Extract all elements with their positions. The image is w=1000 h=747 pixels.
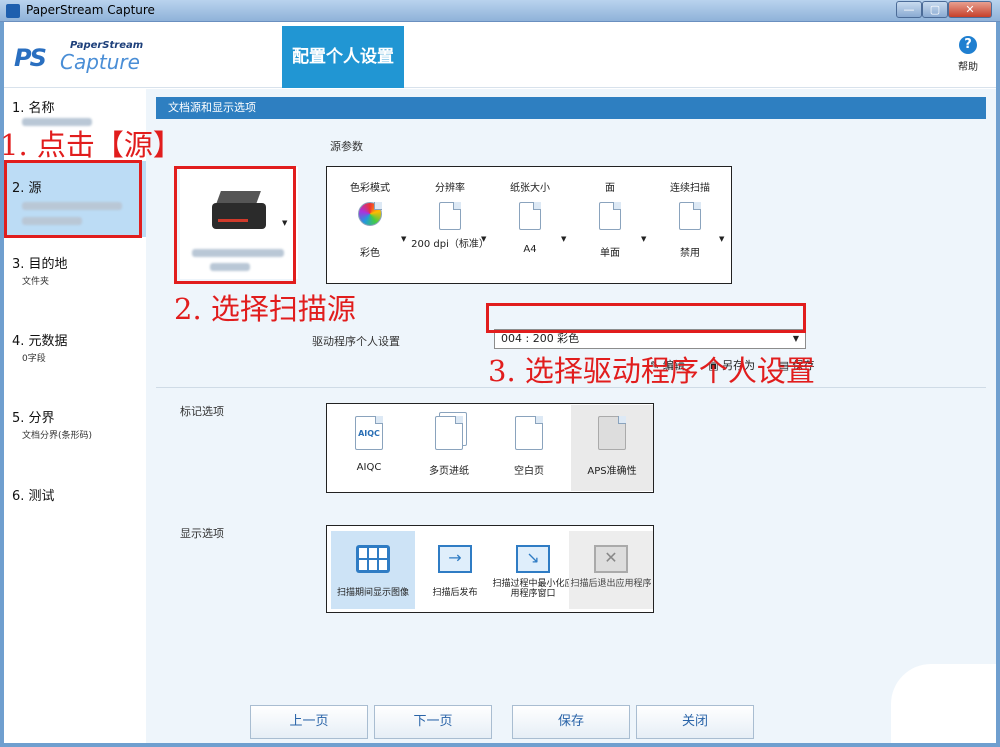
multifeed-icon bbox=[435, 416, 463, 450]
minimize-window-option[interactable]: ↘ 扫描过程中最小化应用程序窗口 bbox=[491, 531, 575, 609]
side-label: 面 bbox=[605, 183, 615, 194]
multifeed-label: 多页进纸 bbox=[429, 466, 469, 477]
sidebar-item-label: 6. 测试 bbox=[12, 489, 55, 504]
sidebar-item-label: 1. 名称 bbox=[12, 101, 55, 116]
annotation-step1: 1. 点击【源】 bbox=[0, 128, 182, 162]
paper-size-label: 纸张大小 bbox=[510, 183, 550, 194]
paper-size-value: A4 bbox=[523, 244, 537, 255]
driver-profile-label: 驱动程序个人设置 bbox=[312, 335, 400, 348]
continuous-scan-value: 禁用 bbox=[680, 248, 700, 259]
resolution-value: 200 dpi（标准） bbox=[411, 239, 489, 250]
blank-page-icon bbox=[515, 416, 543, 450]
paper-size-icon bbox=[519, 202, 541, 230]
blank-page-option[interactable]: 空白页 bbox=[491, 416, 567, 477]
color-mode-label: 色彩模式 bbox=[350, 183, 390, 194]
blank-page-label: 空白页 bbox=[514, 466, 544, 477]
publish-after-scan-option[interactable]: → 扫描后发布 bbox=[413, 531, 497, 609]
chevron-down-icon[interactable]: ▼ bbox=[401, 235, 406, 243]
aiqc-option[interactable]: AIQC AIQC bbox=[331, 416, 407, 473]
color-wheel-icon bbox=[358, 202, 382, 226]
help-icon: ? bbox=[959, 36, 977, 54]
chevron-down-icon[interactable]: ▼ bbox=[719, 235, 724, 243]
display-options-panel: 扫描期间显示图像 → 扫描后发布 ↘ 扫描过程中最小化应用程序窗口 ✕ 扫描后退… bbox=[326, 525, 654, 613]
exit-after-scan-label: 扫描后退出应用程序 bbox=[570, 579, 652, 589]
source-params-label: 源参数 bbox=[330, 140, 363, 153]
help-button[interactable]: ? 帮助 bbox=[954, 36, 982, 73]
paper-size-option[interactable]: 纸张大小 A4 ▼ bbox=[491, 179, 569, 255]
aiqc-icon: AIQC bbox=[355, 416, 383, 450]
chevron-down-icon[interactable]: ▼ bbox=[641, 235, 646, 243]
annotation-box-source bbox=[4, 160, 142, 238]
prev-button[interactable]: 上一页 bbox=[250, 705, 368, 739]
resolution-option[interactable]: 分辨率 200 dpi（标准） ▼ bbox=[411, 179, 489, 251]
show-image-option[interactable]: 扫描期间显示图像 bbox=[331, 531, 415, 609]
sidebar-item-sub: 文档分界(条形码) bbox=[22, 431, 93, 441]
annotation-step2: 2. 选择扫描源 bbox=[174, 292, 356, 326]
continuous-scan-option[interactable]: 连续扫描 禁用 ▼ bbox=[651, 179, 729, 259]
annotation-box-scanner bbox=[174, 166, 296, 284]
display-options-label: 显示选项 bbox=[180, 527, 224, 540]
resolution-label: 分辨率 bbox=[435, 183, 465, 194]
aps-accuracy-label: APS准确性 bbox=[587, 466, 637, 477]
publish-icon: → bbox=[438, 545, 472, 573]
sidebar-item-separation[interactable]: 5. 分界 文档分界(条形码) bbox=[4, 407, 146, 447]
sidebar-item-metadata[interactable]: 4. 元数据 0字段 bbox=[4, 330, 146, 370]
publish-after-scan-label: 扫描后发布 bbox=[432, 588, 478, 598]
app-icon bbox=[6, 4, 20, 18]
close-button[interactable]: 关闭 bbox=[636, 705, 754, 739]
logo-mark: PS bbox=[14, 44, 47, 72]
paperstream-logo: PS PaperStream Capture bbox=[14, 38, 174, 78]
save-button[interactable]: 保存 bbox=[512, 705, 630, 739]
side-option[interactable]: 面 单面 ▼ bbox=[571, 179, 649, 259]
exit-after-scan-option[interactable]: ✕ 扫描后退出应用程序 bbox=[569, 531, 653, 609]
title-bar: PaperStream Capture — ▢ ✕ bbox=[0, 0, 1000, 22]
color-mode-value: 彩色 bbox=[360, 248, 380, 259]
continuous-scan-label: 连续扫描 bbox=[670, 183, 710, 194]
chevron-down-icon[interactable]: ▼ bbox=[561, 235, 566, 243]
sidebar-item-label: 4. 元数据 bbox=[12, 334, 68, 349]
page-title: 配置个人设置 bbox=[282, 26, 404, 88]
resolution-icon bbox=[439, 202, 461, 230]
next-button[interactable]: 下一页 bbox=[374, 705, 492, 739]
minimize-window-label: 扫描过程中最小化应用程序窗口 bbox=[492, 579, 574, 599]
window-title: PaperStream Capture bbox=[26, 3, 155, 17]
logo-bottom-text: Capture bbox=[60, 50, 140, 74]
multifeed-option[interactable]: 多页进纸 bbox=[411, 416, 487, 477]
sidebar-item-label: 3. 目的地 bbox=[12, 257, 68, 272]
grid-icon bbox=[356, 545, 390, 573]
header: PS PaperStream Capture 配置个人设置 ? 帮助 bbox=[4, 22, 996, 88]
aps-accuracy-option[interactable]: APS准确性 bbox=[571, 405, 653, 491]
continuous-scan-icon bbox=[679, 202, 701, 230]
help-label: 帮助 bbox=[958, 62, 978, 73]
minimize-button[interactable]: — bbox=[896, 1, 922, 18]
single-side-icon bbox=[599, 202, 621, 230]
sidebar-item-label: 5. 分界 bbox=[12, 411, 55, 426]
chevron-down-icon[interactable]: ▼ bbox=[481, 235, 486, 243]
sidebar-item-sub: 文件夹 bbox=[22, 277, 50, 287]
section-header: 文档源和显示选项 bbox=[156, 97, 986, 119]
sidebar-item-test[interactable]: 6. 测试 bbox=[4, 485, 146, 515]
marking-options-panel: AIQC AIQC 多页进纸 空白页 APS准确性 bbox=[326, 403, 654, 493]
annotation-box-profile bbox=[486, 303, 806, 333]
driver-profile-value: 004 : 200 彩色 bbox=[501, 332, 580, 345]
marking-options-label: 标记选项 bbox=[180, 405, 224, 418]
annotation-step3: 3. 选择驱动程序个人设置 bbox=[488, 354, 815, 388]
show-image-label: 扫描期间显示图像 bbox=[336, 588, 409, 598]
close-window-button[interactable]: ✕ bbox=[948, 1, 992, 18]
sidebar-item-sub: 0字段 bbox=[22, 354, 46, 364]
source-params-panel: 色彩模式 彩色 ▼ 分辨率 200 dpi（标准） ▼ 纸张大小 A4 ▼ 面 … bbox=[326, 166, 732, 284]
close-icon: ✕ bbox=[594, 545, 628, 573]
minimize-window-icon: ↘ bbox=[516, 545, 550, 573]
aiqc-label: AIQC bbox=[356, 462, 382, 473]
sidebar-item-destination[interactable]: 3. 目的地 文件夹 bbox=[4, 253, 146, 293]
color-mode-option[interactable]: 色彩模式 彩色 ▼ bbox=[331, 179, 409, 259]
maximize-button[interactable]: ▢ bbox=[922, 1, 948, 18]
aps-accuracy-icon bbox=[598, 416, 626, 450]
blank-area bbox=[891, 664, 996, 743]
side-value: 单面 bbox=[600, 248, 620, 259]
